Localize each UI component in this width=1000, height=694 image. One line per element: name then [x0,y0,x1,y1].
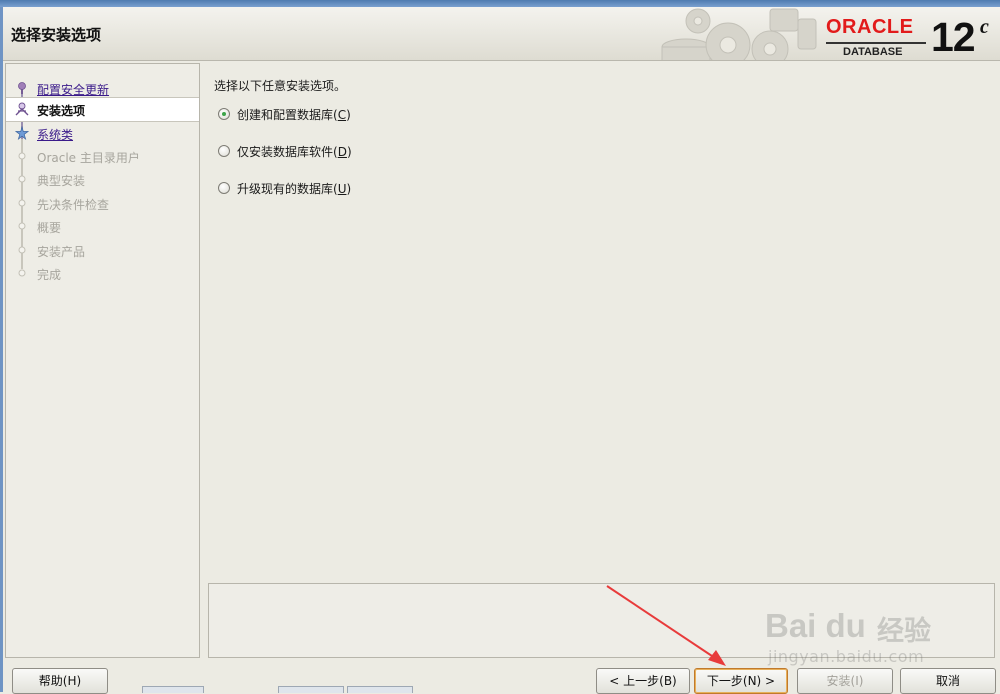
watermark-cn-text: 经验 [877,616,931,647]
logo-divider [826,42,926,44]
step-label: 概要 [37,221,62,235]
step-system-class[interactable]: 系统类 [6,122,199,145]
option-label[interactable]: 升级现有的数据库(U) [237,180,351,197]
oracle-wordmark: ORACLE [826,16,914,38]
pending-step-dot-icon [18,246,26,254]
step-summary: 概要 [6,215,199,238]
next-step-star-icon [15,126,29,140]
step-prerequisite-checks: 先决条件检查 [6,192,199,215]
back-button[interactable]: < 上一步(B) [596,668,690,694]
pending-step-dot-icon [18,175,26,183]
window-top-strip [0,0,1000,7]
step-install-product: 安装产品 [6,239,199,262]
pending-step-dot-icon [18,269,26,277]
step-label: 安装选项 [37,104,86,118]
baidu-jingyan-watermark: Bai du 经验 jingyan.baidu.com [765,595,955,667]
current-step-person-icon [15,102,29,116]
install-button: 安装(I) [797,668,893,694]
main-content: 选择以下任意安装选项。 创建和配置数据库(C) 仅安装数据库软件(D) 升级现有… [200,63,999,658]
step-label[interactable]: 配置安全更新 [37,81,109,98]
completed-step-pin-icon [18,82,26,94]
option-label[interactable]: 创建和配置数据库(C) [237,106,351,123]
step-oracle-home-user: Oracle 主目录用户 [6,145,199,168]
step-label: Oracle 主目录用户 [37,151,140,165]
version-number: 12 [931,14,976,60]
option-label[interactable]: 仅安装数据库软件(D) [237,143,352,160]
radio-button[interactable] [218,108,230,120]
oracle-database-logo: ORACLE DATABASE 12 c [823,13,998,60]
version-suffix: c [980,16,989,38]
instruction-text: 选择以下任意安装选项。 [214,79,347,93]
step-finish: 完成 [6,262,199,285]
gears-decoration-icon [661,8,817,60]
help-button[interactable]: 帮助(H) [12,668,108,694]
watermark-logo-text: Bai du [765,607,866,644]
step-install-options[interactable]: 安装选项 [6,97,199,122]
database-wordmark: DATABASE [843,46,903,58]
cancel-button[interactable]: 取消 [900,668,996,694]
step-label: 典型安装 [37,174,86,188]
radio-button[interactable] [218,145,230,157]
header-banner: 选择安装选项 ORACLE DATABASE 12 c [3,7,1000,61]
step-typical-install: 典型安装 [6,168,199,191]
step-label: 安装产品 [37,245,86,259]
pending-step-dot-icon [18,152,26,160]
window-left-border [0,7,3,692]
radio-button[interactable] [218,182,230,194]
watermark-url: jingyan.baidu.com [768,647,925,666]
steps-sidebar: 配置安全更新 安装选项 系统类 Oracle 主目录用户 典型安装 先决条件检查 [5,63,200,658]
pending-step-dot-icon [18,222,26,230]
step-label: 先决条件检查 [37,198,110,212]
step-label: 完成 [37,268,62,282]
page-title: 选择安装选项 [11,26,102,44]
step-label[interactable]: 系统类 [37,126,73,143]
next-button[interactable]: 下一步(N) > [694,668,788,694]
pending-step-dot-icon [18,199,26,207]
